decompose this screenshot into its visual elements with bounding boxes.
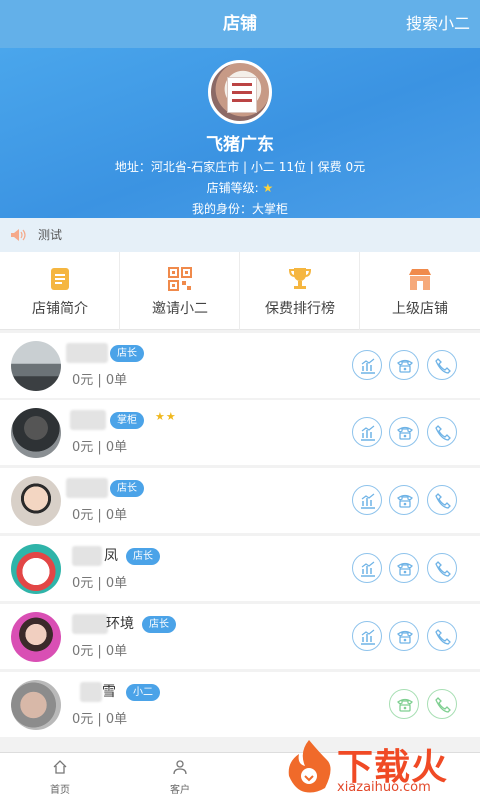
- landline-button[interactable]: [389, 350, 419, 380]
- phone-icon: [435, 697, 451, 713]
- telephone-icon: [396, 562, 414, 576]
- shop-icon: [409, 269, 431, 290]
- member-stats: 0元 | 0单: [72, 576, 128, 591]
- store-avatar[interactable]: [208, 60, 272, 124]
- mobile-call-button[interactable]: [427, 485, 457, 515]
- menu-store-intro[interactable]: 店铺简介: [0, 252, 120, 330]
- store-level-stars: ★: [262, 181, 274, 195]
- landline-button[interactable]: [389, 485, 419, 515]
- role-badge: 店长: [110, 345, 144, 362]
- list-item[interactable]: 店长 0元 | 0单: [0, 468, 480, 533]
- notice-text: 测试: [38, 228, 63, 242]
- member-stars: ★★: [155, 410, 177, 423]
- stats-chart-button[interactable]: [352, 553, 382, 583]
- home-icon: [53, 760, 67, 774]
- store-header: 飞猪广东 地址：河北省-石家庄市 | 小二 11位 | 保费 0元 店铺等级: …: [0, 48, 480, 218]
- member-name: 凤: [104, 548, 118, 564]
- avatar[interactable]: [11, 408, 61, 458]
- landline-button[interactable]: [389, 417, 419, 447]
- telephone-icon: [396, 630, 414, 644]
- watermark-logo: 下载火 xiazaihuo.com: [285, 738, 475, 796]
- role-badge: 店长: [142, 616, 176, 633]
- chart-icon: [361, 493, 375, 509]
- menu-premium-ranking[interactable]: 保费排行榜: [240, 252, 360, 330]
- menu-label: 上级店铺: [392, 301, 448, 317]
- flame-icon: [288, 740, 331, 793]
- telephone-icon: [396, 426, 414, 440]
- mobile-call-button[interactable]: [427, 689, 457, 719]
- avatar[interactable]: [11, 680, 61, 730]
- role-badge: 店长: [126, 548, 160, 565]
- avatar[interactable]: [11, 544, 61, 594]
- list-item[interactable]: 雪 小二 0元 | 0单: [0, 672, 480, 737]
- telephone-icon: [396, 494, 414, 508]
- tab-label: 首页: [50, 785, 70, 796]
- store-address-line: 地址：河北省-石家庄市 | 小二 11位 | 保费 0元: [114, 160, 366, 174]
- store-name: 飞猪广东: [206, 135, 274, 155]
- avatar[interactable]: [11, 612, 61, 662]
- store-level: 店铺等级: ★: [0, 179, 480, 196]
- watermark-url: xiazaihuo.com: [337, 780, 431, 795]
- member-stats: 0元 | 0单: [72, 644, 128, 659]
- member-name: 环境: [106, 616, 134, 632]
- mobile-call-button[interactable]: [427, 621, 457, 651]
- trophy-icon: [288, 268, 312, 289]
- store-level-label: 店铺等级:: [206, 181, 259, 195]
- phone-icon: [435, 358, 451, 374]
- phone-icon: [435, 629, 451, 645]
- stats-chart-button[interactable]: [352, 350, 382, 380]
- stats-chart-button[interactable]: [352, 417, 382, 447]
- menu-label: 邀请小二: [152, 301, 208, 317]
- list-item[interactable]: 环境 店长 0元 | 0单: [0, 604, 480, 669]
- landline-button[interactable]: [389, 689, 419, 719]
- avatar[interactable]: [11, 341, 61, 391]
- role-badge: 掌柜: [110, 412, 144, 429]
- phone-icon: [435, 425, 451, 441]
- list-item[interactable]: 店长 0元 | 0单: [0, 333, 480, 398]
- document-icon: [51, 268, 69, 290]
- landline-button[interactable]: [389, 621, 419, 651]
- telephone-icon: [396, 698, 414, 712]
- member-name: 雪: [102, 684, 116, 700]
- speaker-icon: [11, 229, 26, 241]
- mobile-call-button[interactable]: [427, 553, 457, 583]
- notice-bar[interactable]: 测试: [0, 218, 480, 252]
- mobile-call-button[interactable]: [427, 350, 457, 380]
- menu-parent-store[interactable]: 上级店铺: [360, 252, 480, 330]
- my-identity: 我的身份：大掌柜: [191, 202, 288, 216]
- role-badge: 店长: [110, 480, 144, 497]
- avatar[interactable]: [11, 476, 61, 526]
- tab-customers[interactable]: 客户: [120, 753, 240, 800]
- phone-icon: [435, 493, 451, 509]
- qrcode-icon: [168, 267, 192, 291]
- member-stats: 0元 | 0单: [72, 373, 128, 388]
- member-stats: 0元 | 0单: [72, 440, 128, 455]
- top-bar: 店铺 搜索小二: [0, 0, 480, 48]
- telephone-icon: [396, 359, 414, 373]
- member-stats: 0元 | 0单: [72, 508, 128, 523]
- customers-icon: [173, 760, 187, 775]
- chart-icon: [361, 629, 375, 645]
- tab-label: 客户: [170, 785, 190, 796]
- menu-invite-staff[interactable]: 邀请小二: [120, 252, 240, 330]
- role-badge: 小二: [126, 684, 160, 701]
- stats-chart-button[interactable]: [352, 621, 382, 651]
- chart-icon: [361, 561, 375, 577]
- tab-home[interactable]: 首页: [0, 753, 120, 800]
- menu-label: 店铺简介: [32, 301, 88, 317]
- search-staff-button[interactable]: 搜索小二: [406, 0, 470, 48]
- store-menu: 店铺简介 邀请小二 保费排行榜 上级店铺: [0, 252, 480, 330]
- menu-label: 保费排行榜: [265, 301, 335, 317]
- list-item[interactable]: 掌柜 ★★ 0元 | 0单: [0, 400, 480, 465]
- chart-icon: [361, 425, 375, 441]
- stats-chart-button[interactable]: [352, 485, 382, 515]
- mobile-call-button[interactable]: [427, 417, 457, 447]
- phone-icon: [435, 561, 451, 577]
- member-stats: 0元 | 0单: [72, 712, 128, 727]
- chart-icon: [361, 358, 375, 374]
- list-item[interactable]: 凤 店长 0元 | 0单: [0, 536, 480, 601]
- landline-button[interactable]: [389, 553, 419, 583]
